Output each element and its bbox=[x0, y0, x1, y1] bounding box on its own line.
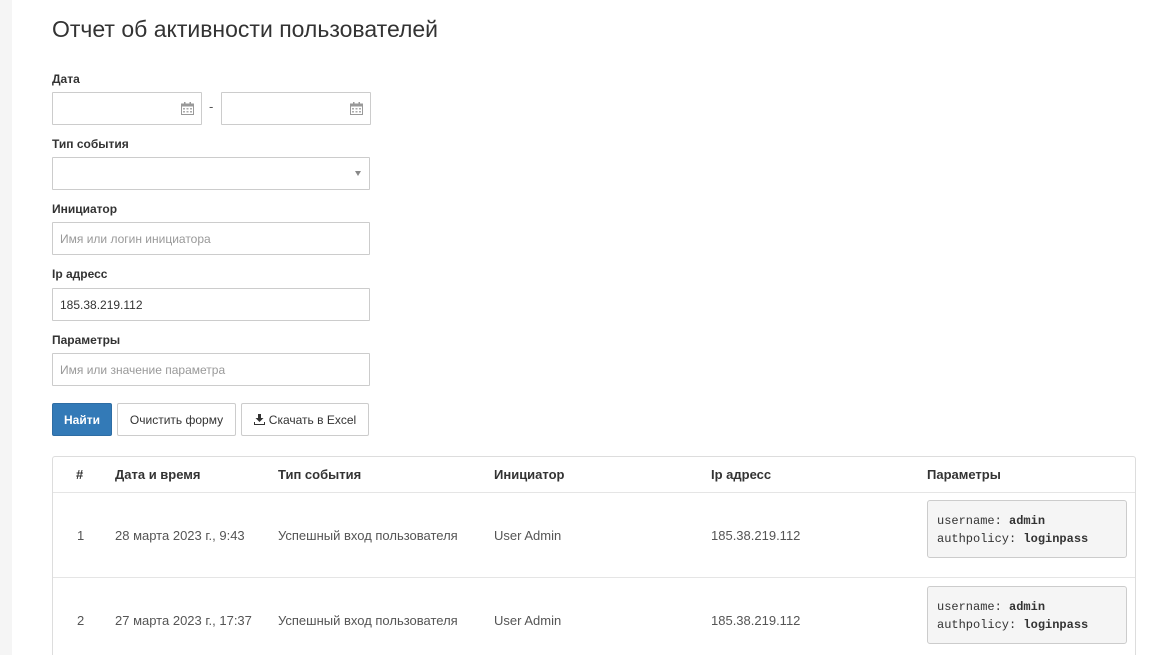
row-initiator: User Admin bbox=[494, 528, 562, 543]
params-input[interactable] bbox=[53, 354, 369, 385]
row-ip: 185.38.219.112 bbox=[711, 528, 801, 543]
date-to-field[interactable] bbox=[221, 92, 371, 125]
date-separator: - bbox=[209, 99, 214, 114]
header-ip: Ip адресс bbox=[711, 467, 772, 482]
activity-table: # Дата и время Тип события Инициатор Ip … bbox=[52, 456, 1136, 655]
param-value: admin bbox=[1009, 514, 1046, 528]
row-params: username: admin authpolicy: loginpass bbox=[927, 500, 1127, 558]
date-to-input[interactable] bbox=[222, 93, 370, 124]
header-initiator: Инициатор bbox=[494, 467, 565, 482]
param-value: loginpass bbox=[1023, 618, 1089, 632]
param-value: admin bbox=[1009, 600, 1046, 614]
download-icon bbox=[253, 414, 265, 425]
event-type-label: Тип события bbox=[52, 137, 129, 151]
param-key: username: bbox=[937, 600, 1002, 614]
ip-input[interactable] bbox=[53, 289, 369, 320]
params-field[interactable] bbox=[52, 353, 370, 386]
row-event-type: Успешный вход пользователя bbox=[278, 613, 458, 628]
param-key: authpolicy: bbox=[937, 618, 1017, 632]
find-button[interactable]: Найти bbox=[52, 403, 112, 436]
row-event-type: Успешный вход пользователя bbox=[278, 528, 458, 543]
row-params: username: admin authpolicy: loginpass bbox=[927, 586, 1127, 644]
header-datetime: Дата и время bbox=[115, 467, 201, 482]
initiator-input[interactable] bbox=[53, 223, 369, 254]
row-divider bbox=[53, 577, 1135, 578]
date-label: Дата bbox=[52, 72, 80, 86]
header-divider bbox=[53, 492, 1135, 493]
header-num: # bbox=[76, 467, 84, 482]
download-excel-button[interactable]: Скачать в Excel bbox=[241, 403, 369, 436]
param-value: loginpass bbox=[1023, 532, 1089, 546]
initiator-label: Инициатор bbox=[52, 202, 118, 216]
chevron-down-icon bbox=[355, 171, 361, 176]
row-initiator: User Admin bbox=[494, 613, 562, 628]
page-title: Отчет об активности пользователей bbox=[52, 16, 439, 42]
params-label: Параметры bbox=[52, 333, 121, 347]
ip-field[interactable] bbox=[52, 288, 370, 321]
report-page: Отчет об активности пользователей Дата -… bbox=[12, 0, 1175, 655]
event-type-select[interactable] bbox=[52, 157, 370, 190]
initiator-field[interactable] bbox=[52, 222, 370, 255]
row-num: 1 bbox=[77, 528, 85, 543]
header-params: Параметры bbox=[927, 467, 1001, 482]
header-event-type: Тип события bbox=[278, 467, 362, 482]
row-datetime: 27 марта 2023 г., 17:37 bbox=[115, 613, 252, 628]
date-from-field[interactable] bbox=[52, 92, 202, 125]
clear-form-button[interactable]: Очистить форму bbox=[117, 403, 236, 436]
row-datetime: 28 марта 2023 г., 9:43 bbox=[115, 528, 245, 543]
param-key: username: bbox=[937, 514, 1002, 528]
row-ip: 185.38.219.112 bbox=[711, 613, 801, 628]
ip-label: Ip адресс bbox=[52, 267, 108, 281]
calendar-icon[interactable] bbox=[181, 102, 194, 115]
param-key: authpolicy: bbox=[937, 532, 1017, 546]
row-num: 2 bbox=[77, 613, 85, 628]
download-excel-label: Скачать в Excel bbox=[268, 412, 357, 427]
calendar-icon[interactable] bbox=[350, 102, 363, 115]
date-from-input[interactable] bbox=[53, 93, 201, 124]
